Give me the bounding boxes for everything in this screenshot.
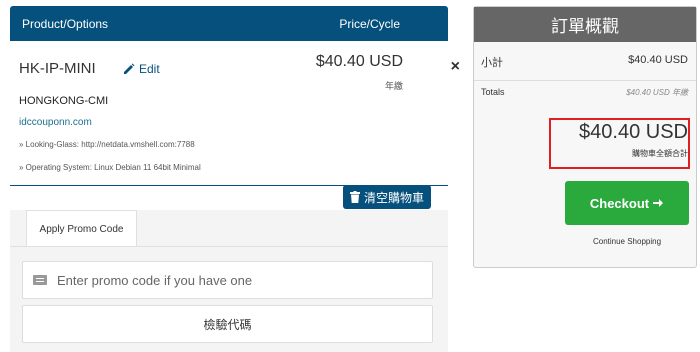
ticket-icon <box>33 275 47 285</box>
cart-header: Product/Options Price/Cycle <box>10 6 448 41</box>
totals-row: Totals $40.40 USD 年繳 <box>481 87 688 98</box>
cart-panel: Product/Options Price/Cycle HK-IP-MINI E… <box>10 6 460 186</box>
subtotal-value: $40.40 USD <box>628 54 688 66</box>
tab-apply-promo-code[interactable]: Apply Promo Code <box>26 210 137 247</box>
empty-cart-button[interactable]: 清空購物車 <box>343 185 432 209</box>
continue-shopping-link[interactable]: Continue Shopping <box>565 237 689 246</box>
promo-section: Apply Promo Code 檢驗代碼 <box>10 210 448 352</box>
checkout-label: Checkout <box>589 195 650 211</box>
order-summary-panel: 訂單概觀 小計 $40.40 USD Totals $40.40 USD 年繳 … <box>473 6 697 268</box>
trash-icon <box>350 191 360 203</box>
pencil-icon <box>124 63 135 74</box>
order-summary-title: 訂單概觀 <box>474 7 696 42</box>
promo-panel: 檢驗代碼 <box>10 246 448 352</box>
price-cycle-heading: Price/Cycle <box>339 16 400 31</box>
validate-code-button[interactable]: 檢驗代碼 <box>22 305 433 343</box>
product-group: HONGKONG-CMI <box>19 95 109 107</box>
edit-label: Edit <box>139 62 160 76</box>
remove-item-button[interactable]: × <box>451 58 460 76</box>
edit-button[interactable]: Edit <box>123 62 160 76</box>
promo-code-field[interactable] <box>22 261 433 299</box>
product-options-heading: Product/Options <box>22 16 109 31</box>
total-due-label: 購物車全額合計 <box>632 149 688 158</box>
summary-divider <box>474 80 696 81</box>
totals-value: $40.40 USD 年繳 <box>626 88 688 97</box>
promo-code-input[interactable] <box>55 271 419 289</box>
option-operating-system: » Operating System: Linux Debian 11 64bi… <box>19 163 201 172</box>
subtotal-row: 小計 $40.40 USD <box>481 54 688 70</box>
total-due-amount: $40.40 USD <box>579 121 688 143</box>
item-price: $40.40 USD <box>315 53 403 70</box>
totals-label: Totals <box>481 87 505 97</box>
subtotal-label: 小計 <box>481 57 503 69</box>
item-cycle: 年繳 <box>384 81 403 91</box>
product-name: HK-IP-MINI <box>19 60 96 77</box>
empty-cart-label: 清空購物車 <box>364 190 425 205</box>
cart-item: HK-IP-MINI Edit $40.40 USD 年繳 × HONGKONG… <box>10 41 460 186</box>
checkout-button[interactable]: Checkout <box>565 181 689 225</box>
option-looking-glass: » Looking-Glass: http://netdata.vmshell.… <box>19 140 195 149</box>
product-domain: idccouponn.com <box>19 117 92 128</box>
arrow-right-icon <box>653 199 664 207</box>
